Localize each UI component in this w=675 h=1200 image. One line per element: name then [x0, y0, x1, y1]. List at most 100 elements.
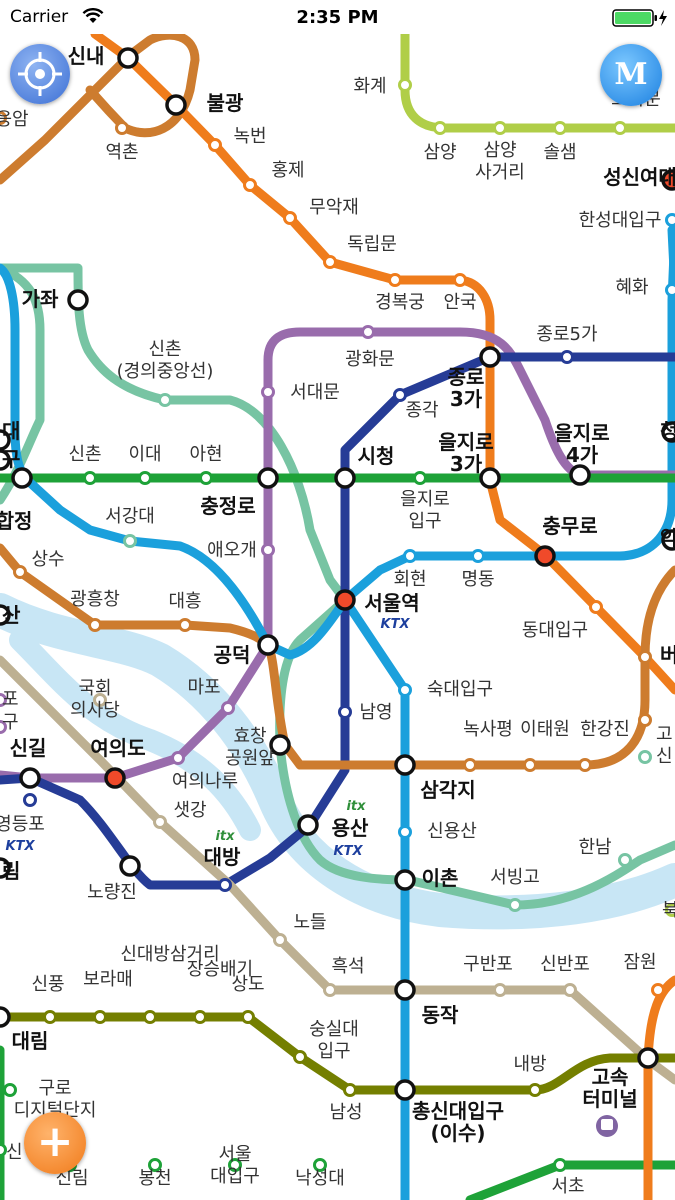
station-label[interactable]: 동대입구 [522, 620, 588, 641]
station-transfer-marker[interactable] [334, 467, 356, 489]
station-label[interactable]: 응암 [0, 109, 29, 130]
station-label[interactable]: 신 [656, 746, 673, 767]
station-label[interactable]: 홍제 [271, 160, 304, 181]
station-stop-marker[interactable] [528, 1083, 542, 1097]
station-transfer-marker[interactable] [19, 767, 41, 789]
station-transfer-marker[interactable] [534, 545, 556, 567]
station-label[interactable]: 림 [2, 859, 20, 883]
station-label[interactable]: 삼각지 [420, 778, 475, 802]
station-label[interactable]: 신용산 [427, 821, 477, 842]
station-label[interactable]: 대방 [204, 845, 241, 869]
station-label[interactable]: 고 [656, 724, 673, 745]
station-stop-marker[interactable] [453, 273, 467, 287]
station-stop-marker[interactable] [578, 758, 592, 772]
station-stop-marker[interactable] [323, 983, 337, 997]
station-stop-marker[interactable] [115, 121, 129, 135]
station-label[interactable]: 산 [2, 603, 21, 627]
station-transfer-marker[interactable] [569, 464, 591, 486]
station-stop-marker[interactable] [138, 471, 152, 485]
station-label[interactable]: 서대문 [290, 382, 340, 403]
station-label[interactable]: 이태원 [520, 719, 570, 740]
station-label[interactable]: 삼양 사거리 [475, 140, 525, 183]
station-stop-marker[interactable] [471, 549, 485, 563]
station-label[interactable]: 상수 [31, 549, 64, 570]
station-transfer-marker[interactable] [104, 767, 126, 789]
station-stop-marker[interactable] [638, 750, 652, 764]
station-label[interactable]: 회현 [393, 569, 426, 590]
station-transfer-marker[interactable] [297, 814, 319, 836]
station-stop-marker[interactable] [638, 713, 652, 727]
station-label[interactable]: 잠원 [623, 952, 656, 973]
station-label[interactable]: 종각 [405, 400, 438, 421]
station-stop-marker[interactable] [343, 1083, 357, 1097]
station-stop-marker[interactable] [13, 565, 27, 579]
station-label[interactable]: 솔샘 [543, 142, 576, 163]
station-stop-marker[interactable] [413, 471, 427, 485]
station-label[interactable]: 효창 공원앞 [225, 726, 275, 769]
station-label[interactable]: 여의나루 [172, 771, 238, 792]
station-label[interactable]: 동작 [422, 1003, 459, 1027]
station-stop-marker[interactable] [398, 683, 412, 697]
station-stop-marker[interactable] [0, 1143, 7, 1157]
station-label[interactable]: 노량진 [87, 882, 137, 903]
station-stop-marker[interactable] [493, 121, 507, 135]
station-stop-marker[interactable] [123, 534, 137, 548]
station-stop-marker[interactable] [93, 1010, 107, 1024]
station-transfer-marker[interactable] [11, 467, 33, 489]
station-label[interactable]: 북 [662, 900, 675, 921]
station-label[interactable]: 신촌 (경의중앙선) [117, 339, 214, 382]
station-stop-marker[interactable] [193, 1010, 207, 1024]
station-label[interactable]: 한남 [578, 837, 611, 858]
station-label[interactable]: 종로5가 [536, 324, 597, 345]
station-label[interactable]: 서울역 [364, 591, 419, 615]
station-stop-marker[interactable] [243, 178, 257, 192]
station-label[interactable]: 상도 [231, 974, 264, 995]
station-stop-marker[interactable] [171, 751, 185, 765]
station-label[interactable]: 합정 [0, 509, 32, 533]
station-label[interactable]: 남성 [329, 1102, 362, 1123]
station-transfer-marker[interactable] [117, 47, 139, 69]
station-label[interactable]: 혜화 [615, 277, 648, 298]
station-label[interactable]: 불광 [207, 91, 244, 115]
station-label[interactable]: 이촌 [422, 866, 459, 890]
station-stop-marker[interactable] [553, 1158, 567, 1172]
station-transfer-marker[interactable] [67, 289, 89, 311]
station-stop-marker[interactable] [23, 793, 37, 807]
station-stop-marker[interactable] [665, 213, 675, 227]
station-stop-marker[interactable] [158, 393, 172, 407]
station-label[interactable]: 이대 [128, 444, 161, 465]
zoom-in-button[interactable]: + [24, 1112, 86, 1174]
station-label[interactable]: 신촌 [68, 444, 101, 465]
station-label[interactable]: 성신여대 [603, 165, 675, 189]
station-transfer-marker[interactable] [479, 346, 501, 368]
station-stop-marker[interactable] [560, 350, 574, 364]
station-label[interactable]: 용산 [332, 816, 369, 840]
station-label[interactable]: 무악재 [309, 197, 359, 218]
station-stop-marker[interactable] [393, 388, 407, 402]
station-label[interactable]: 포 [2, 689, 19, 710]
station-stop-marker[interactable] [398, 78, 412, 92]
station-stop-marker[interactable] [199, 471, 213, 485]
station-transfer-marker[interactable] [394, 979, 416, 1001]
station-stop-marker[interactable] [638, 650, 652, 664]
station-stop-marker[interactable] [83, 471, 97, 485]
station-label[interactable]: 고속 터미널 [582, 1065, 637, 1111]
station-label[interactable]: 아현 [189, 444, 222, 465]
station-stop-marker[interactable] [241, 1010, 255, 1024]
station-label[interactable]: 시청 [358, 444, 395, 468]
station-stop-marker[interactable] [589, 600, 603, 614]
station-transfer-marker[interactable] [0, 1006, 11, 1028]
station-stop-marker[interactable] [88, 618, 102, 632]
station-stop-marker[interactable] [361, 325, 375, 339]
station-stop-marker[interactable] [293, 1050, 307, 1064]
station-stop-marker[interactable] [523, 758, 537, 772]
station-label[interactable]: 신풍 [31, 974, 64, 995]
station-transfer-marker[interactable] [394, 754, 416, 776]
station-label[interactable]: 대 [2, 419, 20, 443]
station-transfer-marker[interactable] [637, 1047, 659, 1069]
station-label[interactable]: 충정로 [200, 494, 255, 518]
station-label[interactable]: 광화문 [345, 349, 395, 370]
station-label[interactable]: 버 [660, 643, 675, 667]
station-label[interactable]: 경복궁 [375, 292, 425, 313]
station-label[interactable]: 서강대 [105, 506, 155, 527]
